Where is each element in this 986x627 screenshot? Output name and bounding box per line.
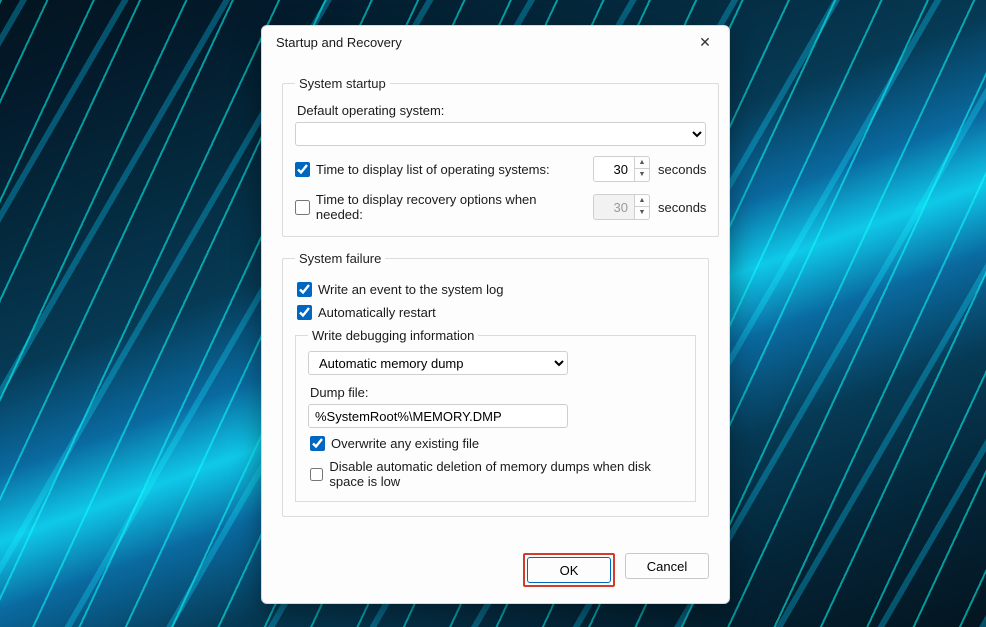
auto-restart-row[interactable]: Automatically restart [297,305,696,320]
close-icon: ✕ [699,34,711,51]
dump-type-select[interactable]: Automatic memory dump [308,351,568,375]
overwrite-checkbox[interactable] [310,436,325,451]
dump-file-label: Dump file: [310,385,683,400]
time-os-list-checkbox[interactable] [295,162,310,177]
disable-delete-checkbox[interactable] [310,467,323,482]
write-event-label: Write an event to the system log [318,282,503,297]
disable-delete-label: Disable automatic deletion of memory dum… [329,459,683,489]
debugging-info-legend: Write debugging information [308,328,478,343]
ok-button[interactable]: OK [527,557,611,583]
spinner-down-icon[interactable]: ▼ [635,207,649,218]
disable-delete-row[interactable]: Disable automatic deletion of memory dum… [310,459,683,489]
time-os-list-row[interactable]: Time to display list of operating system… [295,162,585,177]
time-os-list-value[interactable] [593,156,635,182]
ok-highlight: OK [523,553,615,587]
startup-recovery-dialog: Startup and Recovery ✕ System startup De… [261,25,730,604]
default-os-label: Default operating system: [297,103,706,118]
auto-restart-checkbox[interactable] [297,305,312,320]
desktop-background: Startup and Recovery ✕ System startup De… [0,0,986,627]
spinner-down-icon[interactable]: ▼ [635,169,649,180]
spinner-up-icon[interactable]: ▲ [635,157,649,169]
default-os-select[interactable] [295,122,706,146]
system-startup-legend: System startup [295,76,390,91]
write-event-row[interactable]: Write an event to the system log [297,282,696,297]
overwrite-label: Overwrite any existing file [331,436,479,451]
dialog-title: Startup and Recovery [276,35,402,50]
write-event-checkbox[interactable] [297,282,312,297]
dump-file-input[interactable] [308,404,568,428]
dialog-button-row: OK Cancel [262,549,729,603]
overwrite-row[interactable]: Overwrite any existing file [310,436,683,451]
system-failure-group: System failure Write an event to the sys… [282,251,709,517]
time-os-list-label: Time to display list of operating system… [316,162,550,177]
debugging-info-group: Write debugging information Automatic me… [295,328,696,502]
time-recovery-label: Time to display recovery options when ne… [316,192,585,222]
titlebar: Startup and Recovery ✕ [262,26,729,58]
time-recovery-unit: seconds [658,200,706,215]
time-os-list-spinner[interactable]: ▲ ▼ [593,156,650,182]
cancel-button[interactable]: Cancel [625,553,709,579]
spinner-up-icon[interactable]: ▲ [635,195,649,207]
auto-restart-label: Automatically restart [318,305,436,320]
time-recovery-value[interactable] [593,194,635,220]
system-failure-legend: System failure [295,251,385,266]
time-recovery-checkbox[interactable] [295,200,310,215]
time-recovery-row[interactable]: Time to display recovery options when ne… [295,192,585,222]
time-os-list-unit: seconds [658,162,706,177]
time-recovery-spinner[interactable]: ▲ ▼ [593,194,650,220]
close-button[interactable]: ✕ [691,28,719,56]
system-startup-group: System startup Default operating system:… [282,76,719,237]
